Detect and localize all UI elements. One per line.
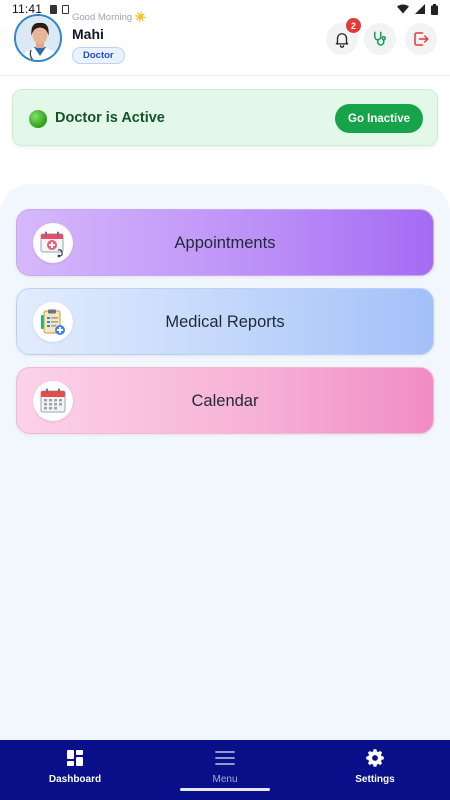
calendar-icon (33, 381, 73, 421)
sun-icon: ☀️ (134, 12, 147, 23)
dashboard-icon (65, 748, 85, 768)
logout-icon (414, 32, 429, 46)
doctor-status-text: Doctor is Active (55, 110, 165, 126)
greeting-text: Good Morning ☀️ (72, 12, 147, 23)
bell-icon (335, 33, 349, 48)
user-name: Mahi (72, 26, 104, 42)
home-indicator[interactable] (180, 788, 270, 791)
stethoscope-button[interactable] (364, 23, 396, 55)
doctor-status-card: Doctor is Active Go Inactive (12, 89, 438, 146)
calendar-label: Calendar (191, 392, 259, 410)
stethoscope-icon (374, 31, 386, 46)
nav-dashboard[interactable]: Dashboard (15, 740, 135, 800)
role-badge: Doctor (72, 47, 125, 64)
appointments-card[interactable]: Appointments (16, 209, 434, 276)
nav-menu[interactable]: Menu (165, 740, 285, 800)
medical-reports-card[interactable]: Medical Reports (16, 288, 434, 355)
doctor-avatar-image (16, 16, 60, 60)
bottom-nav: Dashboard Menu Settings (0, 740, 450, 800)
nav-dashboard-label: Dashboard (48, 774, 102, 785)
notification-count-badge: 2 (346, 18, 361, 33)
gear-icon (365, 748, 385, 768)
nav-menu-label: Menu (212, 774, 238, 785)
notifications-button[interactable]: 2 (326, 18, 361, 55)
header: Good Morning ☀️ Mahi Doctor 2 (0, 0, 450, 76)
calendar-card[interactable]: Calendar (16, 367, 434, 434)
go-inactive-button[interactable]: Go Inactive (335, 104, 423, 133)
appointments-label: Appointments (174, 234, 276, 252)
nav-settings-label: Settings (355, 774, 395, 785)
medical-reports-label: Medical Reports (165, 313, 285, 331)
active-status-dot-icon (29, 110, 47, 128)
hamburger-icon (215, 748, 235, 768)
logout-button[interactable] (405, 23, 437, 55)
avatar[interactable] (14, 14, 62, 62)
medical-report-icon (33, 302, 73, 342)
nav-settings[interactable]: Settings (315, 740, 435, 800)
appointment-icon (33, 223, 73, 263)
